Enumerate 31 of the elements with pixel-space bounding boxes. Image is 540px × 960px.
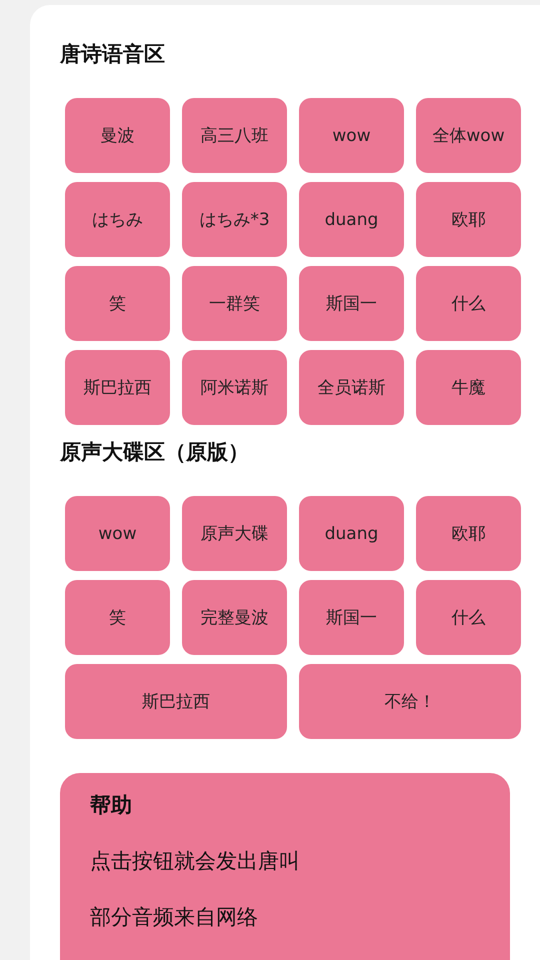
help-text: 部分音频来自网络: [90, 904, 258, 931]
sound-button[interactable]: 一群笑: [182, 266, 287, 341]
sound-button[interactable]: はちみ*3: [182, 182, 287, 257]
sound-button[interactable]: はちみ: [65, 182, 170, 257]
sound-button[interactable]: 全体wow: [416, 98, 521, 173]
help-title: 帮助: [90, 792, 132, 819]
sound-button[interactable]: 斯国一: [299, 580, 404, 655]
sound-button[interactable]: 斯国一: [299, 266, 404, 341]
sound-button[interactable]: 高三八班: [182, 98, 287, 173]
sound-button[interactable]: 全员诺斯: [299, 350, 404, 425]
sound-button[interactable]: 不给！: [299, 664, 521, 739]
sound-button[interactable]: 欧耶: [416, 496, 521, 571]
sound-button[interactable]: 曼波: [65, 98, 170, 173]
sound-button[interactable]: wow: [65, 496, 170, 571]
sound-button[interactable]: 笑: [65, 266, 170, 341]
sound-button[interactable]: 完整曼波: [182, 580, 287, 655]
section-title: 唐诗语音区: [60, 41, 165, 68]
sound-button[interactable]: 斯巴拉西: [65, 350, 170, 425]
sound-button[interactable]: 什么: [416, 266, 521, 341]
sound-button[interactable]: duang: [299, 182, 404, 257]
sound-button[interactable]: 斯巴拉西: [65, 664, 287, 739]
sound-button[interactable]: 阿米诺斯: [182, 350, 287, 425]
sound-button[interactable]: 什么: [416, 580, 521, 655]
sound-button[interactable]: 牛魔: [416, 350, 521, 425]
sound-button[interactable]: 笑: [65, 580, 170, 655]
sound-button[interactable]: 原声大碟: [182, 496, 287, 571]
sound-button[interactable]: 欧耶: [416, 182, 521, 257]
sound-button[interactable]: wow: [299, 98, 404, 173]
sound-button[interactable]: duang: [299, 496, 404, 571]
help-text: 点击按钮就会发出唐叫: [90, 848, 300, 875]
section-title: 原声大碟区（原版）: [60, 439, 249, 466]
